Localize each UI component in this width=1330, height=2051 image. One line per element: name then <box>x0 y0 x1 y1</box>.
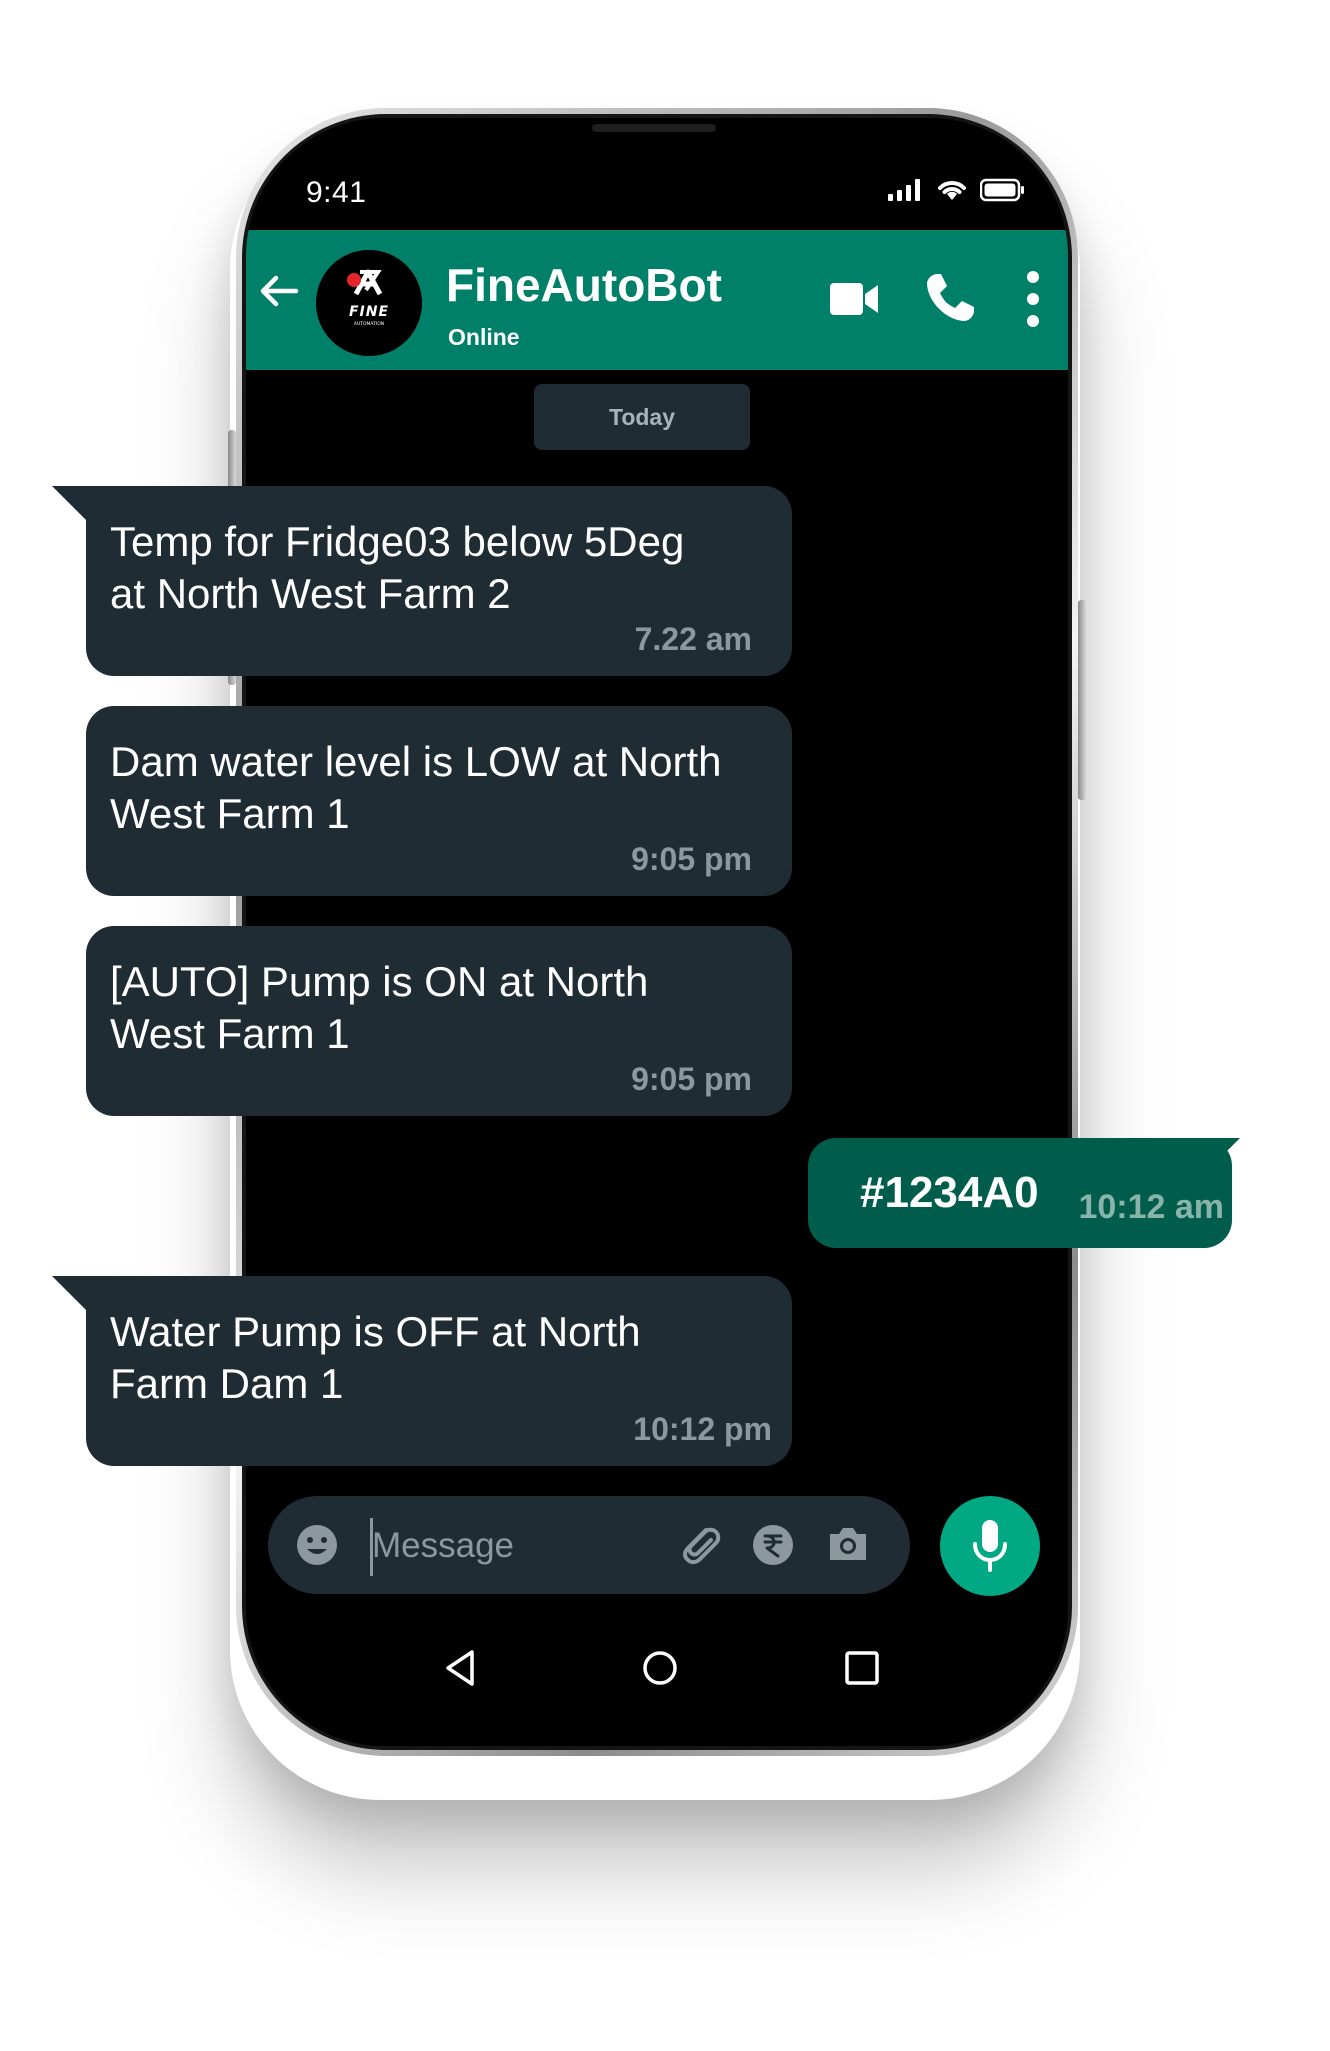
incoming-message[interactable]: Temp for Fridge03 below 5Deg at North We… <box>86 486 792 676</box>
message-text: Dam water level is LOW at North West Far… <box>110 738 722 837</box>
logo-subtext: AUTOMATION <box>354 321 384 327</box>
message-input[interactable]: Message <box>372 1526 514 1566</box>
video-call-icon[interactable] <box>828 278 880 320</box>
battery-icon <box>980 178 1024 202</box>
message-text: [AUTO] Pump is ON at North West Farm 1 <box>110 958 649 1057</box>
logo-text: FINE <box>349 304 389 320</box>
chat-header: FINE AUTOMATION FineAutoBot Online <box>246 230 1068 370</box>
earpiece-speaker <box>592 124 716 132</box>
wifi-icon <box>938 181 966 200</box>
mic-icon <box>973 1520 1007 1572</box>
camera-icon[interactable] <box>826 1524 870 1564</box>
signal-icon <box>888 179 920 201</box>
status-icons <box>888 178 1026 202</box>
payment-rupee-icon[interactable] <box>752 1524 794 1566</box>
nav-recents-icon[interactable] <box>842 1648 882 1688</box>
status-time: 9:41 <box>306 176 367 209</box>
phone-mockup-stage: 9:41 FINE AUTOMATION FineAutoBot Online … <box>0 0 1330 2051</box>
date-chip: Today <box>534 384 750 450</box>
contact-status: Online <box>448 324 520 350</box>
power-button <box>1078 600 1086 800</box>
incoming-message[interactable]: [AUTO] Pump is ON at North West Farm 1 9… <box>86 926 792 1116</box>
avatar[interactable]: FINE AUTOMATION <box>316 250 422 356</box>
message-text: Water Pump is OFF at North Farm Dam 1 <box>110 1308 641 1407</box>
message-time: 10:12 am <box>1078 1188 1224 1226</box>
mic-button[interactable] <box>940 1496 1040 1596</box>
message-time: 9:05 pm <box>631 1061 752 1097</box>
nav-home-icon[interactable] <box>640 1648 680 1688</box>
contact-name[interactable]: FineAutoBot <box>446 258 722 312</box>
message-text: Temp for Fridge03 below 5Deg at North We… <box>110 518 685 617</box>
message-time: 9:05 pm <box>631 841 752 877</box>
message-input-bar[interactable]: Message <box>268 1496 910 1594</box>
more-options-icon[interactable] <box>1026 270 1040 328</box>
fine-automation-logo: FINE AUTOMATION <box>316 250 422 356</box>
nav-back-icon[interactable] <box>442 1648 478 1688</box>
voice-call-icon[interactable] <box>922 270 978 326</box>
incoming-message[interactable]: Water Pump is OFF at North Farm Dam 1 10… <box>86 1276 792 1466</box>
incoming-message[interactable]: Dam water level is LOW at North West Far… <box>86 706 792 896</box>
emoji-icon[interactable] <box>296 1524 338 1566</box>
back-arrow-icon[interactable] <box>256 268 302 314</box>
attach-icon[interactable] <box>676 1522 722 1568</box>
message-time: 7.22 am <box>634 621 752 657</box>
message-time: 10:12 pm <box>633 1411 772 1447</box>
message-text: #1234A0 <box>860 1168 1039 1217</box>
outgoing-message[interactable]: #1234A0 10:12 am <box>808 1138 1232 1248</box>
